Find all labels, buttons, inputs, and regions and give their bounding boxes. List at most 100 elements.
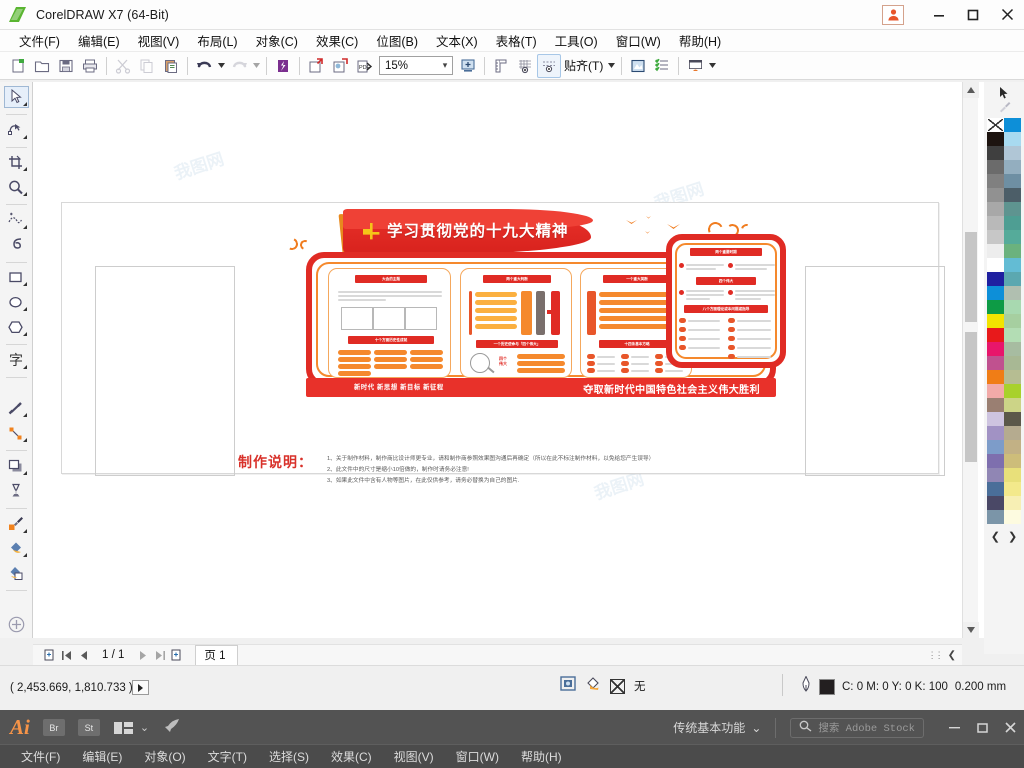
- palette-swatch[interactable]: [1004, 510, 1021, 524]
- ai-menu-file[interactable]: 文件(F): [10, 746, 71, 767]
- menu-text[interactable]: 文本(X): [427, 29, 487, 52]
- page-tab-1[interactable]: 页 1: [195, 645, 239, 665]
- menu-edit[interactable]: 编辑(E): [69, 29, 129, 52]
- palette-swatch[interactable]: [987, 132, 1004, 146]
- show-rulers-icon[interactable]: [489, 54, 513, 78]
- palette-swatch[interactable]: [987, 342, 1004, 356]
- ai-menu-window[interactable]: 窗口(W): [445, 746, 510, 767]
- palette-swatch[interactable]: [1004, 370, 1021, 384]
- flyout-arrow-icon[interactable]: [22, 438, 27, 443]
- menu-effects[interactable]: 效果(C): [307, 29, 367, 52]
- flyout-arrow-icon[interactable]: [22, 307, 27, 312]
- palette-swatch[interactable]: [987, 258, 1004, 272]
- palette-swatch[interactable]: [987, 188, 1004, 202]
- user-account-icon[interactable]: [882, 4, 904, 25]
- menu-layout[interactable]: 布局(L): [188, 29, 246, 52]
- palette-swatch[interactable]: [987, 356, 1004, 370]
- options-icon[interactable]: [626, 54, 650, 78]
- fill-bucket-icon[interactable]: [585, 676, 601, 696]
- outline-pen-icon[interactable]: [800, 675, 812, 697]
- resize-grip-icon[interactable]: ⋮⋮: [928, 650, 944, 661]
- palette-swatch[interactable]: [987, 496, 1004, 510]
- palette-eyedropper-icon[interactable]: [998, 101, 1011, 114]
- palette-swatch[interactable]: [987, 230, 1004, 244]
- palette-swatch[interactable]: [987, 160, 1004, 174]
- snap-to-label[interactable]: 贴齐(T): [561, 57, 606, 74]
- palette-swatch[interactable]: [987, 384, 1004, 398]
- stock-search-field[interactable]: 搜索 Adobe Stock: [790, 717, 924, 738]
- artwork-group[interactable]: 学习贯彻党的十九大精神 大会的主题 十个方面历史性成就 两个重大判断 一个历史使…: [278, 209, 786, 407]
- window-close-button[interactable]: [990, 0, 1024, 30]
- page-placeholder-left[interactable]: [95, 266, 235, 476]
- window-minimize-button[interactable]: [922, 0, 956, 30]
- palette-swatch[interactable]: [987, 454, 1004, 468]
- tool-shadow[interactable]: [4, 455, 29, 477]
- palette-swatch[interactable]: [987, 426, 1004, 440]
- chevron-down-icon[interactable]: ⌄: [140, 721, 149, 734]
- palette-swatch[interactable]: [1004, 286, 1021, 300]
- palette-next-button[interactable]: ❯: [1008, 530, 1017, 543]
- palette-swatch[interactable]: [987, 300, 1004, 314]
- flyout-arrow-icon[interactable]: [22, 553, 27, 558]
- layout-dropdown-arrow[interactable]: [707, 54, 718, 78]
- ai-menu-effect[interactable]: 效果(C): [320, 746, 383, 767]
- flyout-arrow-icon[interactable]: [22, 470, 27, 475]
- menu-tools[interactable]: 工具(O): [546, 29, 607, 52]
- palette-swatch[interactable]: [1004, 496, 1021, 510]
- flyout-arrow-icon[interactable]: [22, 413, 27, 418]
- flyout-arrow-icon[interactable]: [22, 134, 27, 139]
- workspace-switcher[interactable]: 传统基本功能 ⌄: [673, 719, 761, 736]
- tool-pick[interactable]: [3, 86, 29, 108]
- chevron-down-icon[interactable]: ▾: [438, 60, 452, 71]
- palette-swatch[interactable]: [987, 398, 1004, 412]
- export-icon[interactable]: [328, 54, 352, 78]
- palette-swatch[interactable]: [1004, 272, 1021, 286]
- production-notes[interactable]: 制作说明： 1、关于制作材料，制作商比设计师更专业，请和制作商参照效果图沟通后再…: [238, 452, 654, 487]
- outline-color-swatch[interactable]: [819, 678, 835, 695]
- tool-transparency[interactable]: [4, 480, 29, 502]
- last-page-icon[interactable]: [151, 647, 168, 664]
- panel-liangge-panduan[interactable]: 两个重大判断 一个历史使命与「四个伟大」 四个 伟大: [460, 268, 572, 378]
- first-page-icon[interactable]: [58, 647, 75, 664]
- tool-shape[interactable]: [4, 119, 29, 141]
- ai-menu-object[interactable]: 对象(O): [133, 746, 196, 767]
- page-navigator[interactable]: 1 / 1 页 1 ⋮⋮ ❮: [33, 644, 962, 665]
- palette-swatch[interactable]: [1004, 342, 1021, 356]
- palette-swatch[interactable]: [1004, 398, 1021, 412]
- palette-swatch[interactable]: [987, 244, 1004, 258]
- chevron-down-icon[interactable]: ⌄: [751, 721, 761, 735]
- tool-connector[interactable]: [4, 422, 29, 444]
- previous-page-icon[interactable]: [75, 647, 92, 664]
- palette-swatch[interactable]: [1004, 300, 1021, 314]
- object-properties-icon[interactable]: [650, 54, 674, 78]
- cut-scissors-icon[interactable]: [111, 54, 135, 78]
- scroll-up-arrow-icon[interactable]: [963, 82, 979, 98]
- palette-swatch[interactable]: [1004, 314, 1021, 328]
- palette-prev-button[interactable]: ❮: [991, 530, 1000, 543]
- tool-smart-fill[interactable]: [4, 562, 29, 584]
- add-page-before-icon[interactable]: [41, 647, 58, 664]
- palette-swatch[interactable]: [987, 314, 1004, 328]
- tool-zoom[interactable]: [4, 176, 29, 198]
- palette-swatch[interactable]: [1004, 328, 1021, 342]
- flyout-arrow-icon[interactable]: [22, 528, 27, 533]
- scrollbar-thumb[interactable]: [965, 232, 977, 322]
- flyout-arrow-icon[interactable]: [22, 224, 27, 229]
- paste-icon[interactable]: [159, 54, 183, 78]
- no-fill-icon[interactable]: [610, 678, 625, 694]
- ai-close-button[interactable]: [996, 716, 1024, 740]
- show-grid-icon[interactable]: [513, 54, 537, 78]
- ai-menu-help[interactable]: 帮助(H): [510, 746, 573, 767]
- palette-swatch[interactable]: [987, 482, 1004, 496]
- scrollbar-thumb[interactable]: [965, 332, 977, 462]
- menu-window[interactable]: 窗口(W): [607, 29, 670, 52]
- tool-text[interactable]: 字: [4, 349, 29, 371]
- flyout-arrow-icon[interactable]: [22, 167, 27, 172]
- menu-file[interactable]: 文件(F): [10, 29, 69, 52]
- palette-swatch[interactable]: [1004, 202, 1021, 216]
- right-content-frame[interactable]: 两个重要时期 四个伟大 八个方面理论或本问题或指导: [666, 234, 786, 368]
- drawing-canvas[interactable]: 我图网 我图网 我图网 我图网 我图网 学习贯彻党的十九大精神: [33, 82, 984, 638]
- menu-bitmap[interactable]: 位图(B): [367, 29, 427, 52]
- search-content-icon[interactable]: [271, 54, 295, 78]
- next-page-icon[interactable]: [134, 647, 151, 664]
